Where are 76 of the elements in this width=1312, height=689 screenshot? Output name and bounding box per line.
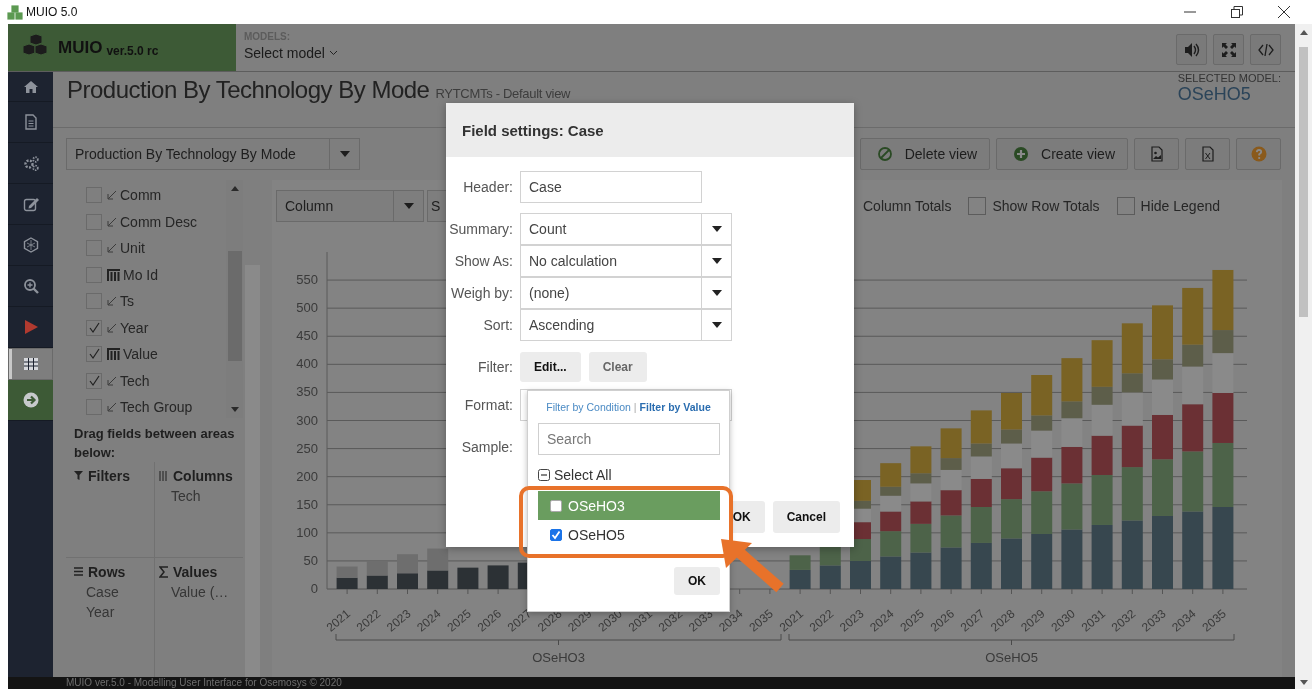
field-label[interactable]: Comm Desc bbox=[120, 213, 197, 230]
version-label: ver.5.0 rc bbox=[106, 43, 159, 58]
field-label[interactable]: Comm bbox=[120, 187, 162, 204]
group-label: OSeHO3 bbox=[532, 650, 585, 665]
y-tick-label: 400 bbox=[296, 356, 318, 372]
field-label: Filter: bbox=[477, 359, 514, 375]
chart-type-select[interactable]: Column bbox=[276, 190, 424, 222]
checkbox-label[interactable]: Column Totals bbox=[863, 198, 952, 214]
area-field[interactable]: Case bbox=[74, 580, 154, 600]
selected-model-name: OSeHO5 bbox=[1177, 84, 1252, 105]
area-field[interactable]: Year bbox=[74, 600, 154, 620]
filter-tab[interactable]: Filter by Condition bbox=[546, 401, 631, 413]
dropdown[interactable]: Ascending bbox=[520, 309, 732, 341]
field-label: Format: bbox=[463, 397, 514, 413]
edit-filter-button[interactable]: Edit... bbox=[520, 352, 581, 382]
y-tick-label: 500 bbox=[296, 300, 318, 316]
area-title: Filters bbox=[88, 468, 130, 484]
selected-model-label: SELECTED MODEL: bbox=[1177, 72, 1281, 84]
window-title: MUIO 5.0 bbox=[26, 5, 78, 19]
dropdown[interactable]: (none) bbox=[520, 277, 732, 309]
y-tick-label: 350 bbox=[296, 384, 318, 400]
field-label: Weigh by: bbox=[450, 285, 514, 301]
dropdown[interactable]: No calculation bbox=[520, 245, 732, 277]
ok-button[interactable]: OK bbox=[674, 567, 720, 595]
y-tick-label: 50 bbox=[303, 552, 318, 568]
y-tick-label: 150 bbox=[296, 496, 318, 512]
area-field[interactable]: Value (… bbox=[159, 580, 243, 600]
y-tick-label: 100 bbox=[296, 524, 318, 540]
field-label[interactable]: Tech Group bbox=[120, 399, 193, 416]
filter-value-item[interactable]: OSeHO3 bbox=[538, 491, 720, 520]
field-label: Sample: bbox=[460, 439, 514, 455]
drop-area[interactable]: Values Value (… bbox=[155, 558, 243, 677]
y-tick-label: 300 bbox=[296, 412, 318, 428]
clear-filter-button[interactable]: Clear bbox=[588, 352, 647, 382]
field-label[interactable]: Tech bbox=[120, 372, 150, 389]
y-tick-label: 450 bbox=[296, 328, 318, 344]
checkbox-label[interactable]: Hide Legend bbox=[1140, 198, 1220, 214]
y-tick-label: 200 bbox=[296, 468, 318, 484]
search-field[interactable]: Search bbox=[538, 423, 720, 455]
filter-tab[interactable]: Filter by Value bbox=[639, 401, 711, 413]
area-title: Rows bbox=[88, 564, 126, 580]
dialog-title: Field settings: Case bbox=[462, 121, 604, 139]
y-tick-label: 0 bbox=[310, 581, 318, 596]
field-label[interactable]: Ts bbox=[120, 293, 134, 310]
area-title: Values bbox=[173, 564, 218, 580]
x-tick-label: 2031 bbox=[625, 606, 656, 635]
y-tick-label: 250 bbox=[296, 440, 318, 456]
field-label: Header: bbox=[462, 179, 514, 195]
separator: | bbox=[633, 401, 637, 413]
drop-area[interactable]: Columns Tech bbox=[155, 462, 243, 558]
field-label: Summary: bbox=[448, 221, 514, 237]
area-field[interactable]: Tech bbox=[159, 484, 243, 504]
model-dropdown[interactable]: Select model bbox=[244, 45, 338, 61]
view-subtitle: RYTCMTs - Default view bbox=[435, 87, 571, 100]
field-label: Sort: bbox=[482, 317, 514, 333]
create-view-button[interactable]: Create view bbox=[996, 138, 1128, 170]
drag-hint: Drag fields between areas below: bbox=[73, 425, 236, 462]
brand-name: MUIO bbox=[58, 37, 103, 58]
field-label[interactable]: Mo Id bbox=[123, 266, 158, 283]
field-label[interactable]: Unit bbox=[120, 240, 145, 257]
page-title: Production By Technology By Mode bbox=[67, 78, 430, 102]
view-select[interactable]: Production By Technology By Mode bbox=[66, 138, 360, 170]
y-tick-label: 550 bbox=[296, 272, 318, 288]
select-all-label[interactable]: Select All bbox=[554, 467, 612, 483]
footer-text: MUIO ver.5.0 - Modelling User Interface for Osemosys © 2020 bbox=[66, 677, 342, 688]
area-title: Columns bbox=[173, 468, 233, 484]
cancel-button[interactable]: Cancel bbox=[772, 501, 840, 533]
delete-view-button[interactable]: Delete view bbox=[859, 138, 991, 170]
field-label[interactable]: Year bbox=[120, 319, 149, 336]
checkbox-label[interactable]: Show Row Totals bbox=[992, 198, 1100, 214]
text-field[interactable]: Case bbox=[520, 171, 702, 203]
field-label[interactable]: Value bbox=[123, 346, 158, 363]
field-label: Show As: bbox=[453, 253, 514, 269]
dropdown[interactable]: Count bbox=[520, 213, 732, 245]
group-label: OSeHO5 bbox=[985, 650, 1038, 665]
drop-area[interactable]: Filters bbox=[66, 462, 155, 558]
